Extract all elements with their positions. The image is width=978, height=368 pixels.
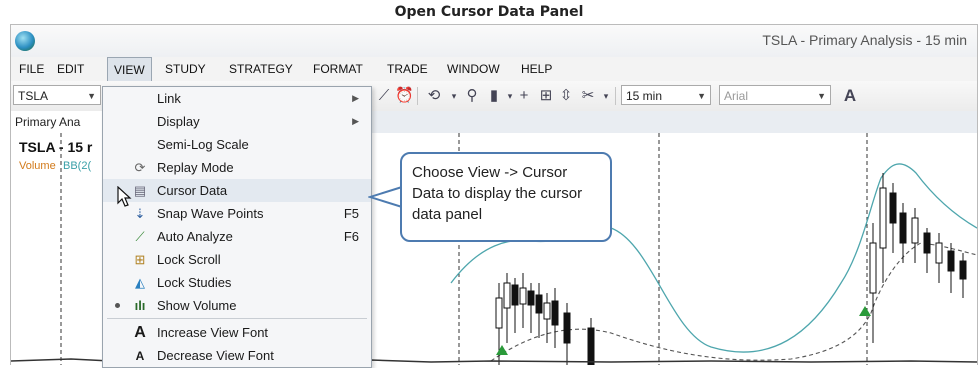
menu-help[interactable]: HELP	[515, 57, 558, 81]
instruction-callout: Choose View -> Cursor Data to display th…	[400, 152, 612, 242]
menu-item-cursor-data[interactable]: ▤ Cursor Data	[103, 179, 371, 202]
menu-item-lock-scroll[interactable]: ⊞ Lock Scroll	[103, 248, 371, 271]
menu-item-display[interactable]: Display ▶	[103, 110, 371, 133]
menu-item-label: Display	[157, 114, 200, 129]
menu-trade[interactable]: TRADE	[381, 57, 434, 81]
crosshair-icon[interactable]: +	[515, 87, 533, 105]
symbol-value: TSLA	[18, 89, 49, 103]
chevron-down-icon[interactable]: ▾	[597, 87, 615, 105]
menu-item-label: Auto Analyze	[157, 229, 233, 244]
checked-bullet-icon	[115, 303, 120, 308]
lock-scroll-icon: ⊞	[134, 252, 146, 267]
menu-edit[interactable]: EDIT	[51, 57, 90, 81]
chevron-down-icon: ▼	[817, 91, 826, 101]
menu-item-label: Cursor Data	[157, 183, 228, 198]
menu-item-label: Replay Mode	[157, 160, 234, 175]
callout-pointer	[368, 185, 403, 209]
scissors-icon[interactable]: ✂	[579, 87, 597, 105]
menu-item-label: Snap Wave Points	[157, 206, 264, 221]
menu-item-auto-analyze[interactable]: ⟋ Auto Analyze F6	[103, 225, 371, 248]
toolbar-separator	[417, 87, 418, 105]
menu-view[interactable]: VIEW	[107, 57, 152, 81]
fit-vertical-icon[interactable]: ⇳	[557, 87, 575, 105]
menu-item-lock-studies[interactable]: ◭ Lock Studies	[103, 271, 371, 294]
interval-combo[interactable]: 15 min ▼	[621, 85, 711, 105]
lock-studies-icon: ◭	[135, 275, 145, 290]
menu-strategy[interactable]: STRATEGY	[223, 57, 299, 81]
mouse-cursor-icon	[117, 186, 132, 207]
page-caption: Open Cursor Data Panel	[394, 4, 584, 20]
menu-item-increase-view-font[interactable]: A Increase View Font	[103, 321, 371, 344]
zoom-icon[interactable]: ⚲	[463, 87, 481, 105]
title-bar: TSLA - Primary Analysis - 15 min	[11, 25, 977, 57]
snap-wave-icon: ⇣	[134, 206, 146, 221]
chevron-down-icon: ▼	[87, 91, 96, 101]
app-logo-icon	[15, 31, 35, 51]
chevron-down-icon[interactable]: ▾	[445, 87, 463, 105]
menu-item-decrease-view-font[interactable]: A Decrease View Font	[103, 344, 371, 367]
menu-format[interactable]: FORMAT	[307, 57, 369, 81]
menu-item-snap-wave-points[interactable]: ⇣ Snap Wave Points F5	[103, 202, 371, 225]
alarm-clock-icon[interactable]: ⏰	[395, 87, 414, 105]
replay-icon: ⟳	[134, 160, 146, 175]
menu-study[interactable]: STUDY	[159, 57, 212, 81]
symbol-combo[interactable]: TSLA ▼	[13, 85, 101, 105]
menu-item-semi-log-scale[interactable]: Semi-Log Scale	[103, 133, 371, 156]
menu-item-label: Lock Studies	[157, 275, 232, 290]
menu-item-label: Lock Scroll	[157, 252, 221, 267]
font-combo[interactable]: Arial ▼	[719, 85, 831, 105]
snap-icon[interactable]: ⊞	[537, 87, 555, 105]
submenu-arrow-icon: ▶	[352, 93, 359, 103]
menu-item-label: Decrease View Font	[157, 348, 274, 363]
window-title: TSLA - Primary Analysis - 15 min	[762, 32, 967, 48]
menu-bar: FILE EDIT VIEW STUDY STRATEGY FORMAT TRA…	[11, 57, 977, 81]
submenu-arrow-icon: ▶	[352, 116, 359, 126]
menu-item-label: Link	[157, 91, 181, 106]
auto-analyze-icon: ⟋	[135, 229, 145, 244]
menu-item-shortcut: F5	[343, 206, 359, 221]
increase-font-icon: A	[134, 324, 146, 341]
decrease-font-icon: A	[135, 349, 145, 363]
menu-item-replay-mode[interactable]: ⟳ Replay Mode	[103, 156, 371, 179]
lasso-icon[interactable]: ⟲	[425, 87, 443, 105]
menu-separator	[107, 318, 367, 319]
menu-window[interactable]: WINDOW	[441, 57, 506, 81]
font-value: Arial	[724, 89, 749, 103]
up-arrow-icon	[496, 345, 508, 355]
toolbar-separator	[615, 87, 616, 105]
menu-item-show-volume[interactable]: ılı Show Volume	[103, 294, 371, 317]
menu-item-label: Show Volume	[157, 298, 237, 313]
volume-icon: ılı	[134, 298, 146, 313]
menu-item-link[interactable]: Link ▶	[103, 87, 371, 110]
menu-item-shortcut: F6	[343, 229, 359, 244]
cursor-data-icon: ▤	[133, 183, 147, 198]
view-dropdown-menu: Link ▶ Display ▶ Semi-Log Scale ⟳ Replay…	[102, 86, 372, 368]
chevron-down-icon: ▼	[697, 91, 706, 101]
draw-tool-icon[interactable]: ⟋	[375, 87, 393, 105]
menu-item-label: Semi-Log Scale	[157, 137, 249, 152]
up-arrow-icon	[859, 306, 871, 316]
interval-value: 15 min	[626, 89, 663, 103]
font-size-icon[interactable]: A	[841, 87, 859, 105]
menu-file[interactable]: FILE	[13, 57, 50, 81]
menu-item-label: Increase View Font	[157, 325, 269, 340]
